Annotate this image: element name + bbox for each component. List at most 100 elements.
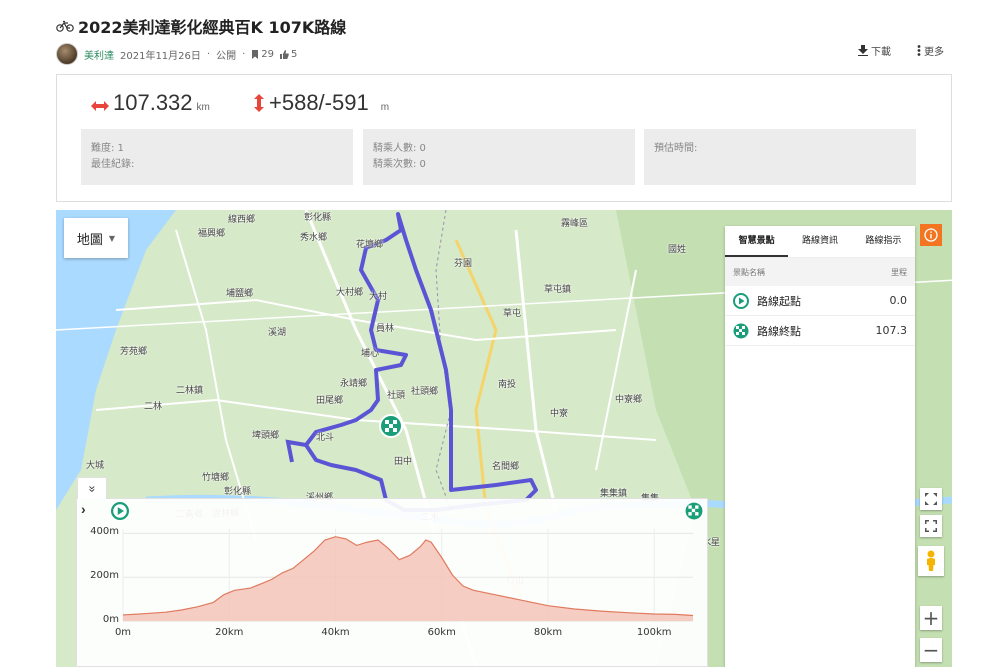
difficulty-box: 難度: 1 最佳紀錄: — [81, 129, 353, 185]
map-label-erlin-zhen: 二林鎮 — [176, 386, 204, 396]
map-label-tianwei: 田尾鄉 — [316, 396, 344, 406]
route-meta: 美利達 2021年11月26日 · 公開 · 29 5 — [56, 43, 297, 65]
riders-box: 騎乘人數: 0 騎乘次數: 0 — [363, 129, 635, 185]
estimated-time-text: 預估時間: — [654, 143, 698, 154]
estimated-time-box: 預估時間: — [644, 129, 916, 185]
elevation-y-tick: 0m — [102, 614, 119, 625]
elevation-stat: +588/-591 m — [253, 90, 389, 116]
map-label-fuxing: 福興鄉 — [198, 229, 226, 239]
more-button[interactable]: 更多 — [917, 43, 944, 58]
poi-distance: 107.3 — [875, 324, 908, 337]
info-icon — [924, 228, 938, 242]
map-label-puxin: 埔心 — [361, 349, 380, 359]
tab-route-directions[interactable]: 路線指示 — [852, 226, 915, 257]
start-icon — [733, 292, 749, 309]
road — [115, 298, 617, 342]
map-label-nantou: 南投 — [498, 380, 517, 390]
download-button[interactable]: 下載 — [858, 43, 891, 58]
map-label-dacun: 大村 — [369, 292, 388, 302]
map-label-xianxi: 線西鄉 — [228, 215, 256, 225]
route-line-branch[interactable] — [285, 439, 307, 463]
distance-stat: 107.332 km — [91, 90, 210, 116]
map-label-shetou: 社頭 — [387, 391, 406, 401]
elevation-x-tick: 80km — [533, 627, 563, 638]
elevation-y-tick: 200m — [90, 570, 119, 582]
info-button[interactable] — [920, 224, 942, 246]
bicycle-icon — [56, 20, 74, 32]
map-label-puyan: 埔鹽鄉 — [226, 289, 254, 299]
map-label-pitou: 埤頭鄉 — [252, 431, 280, 441]
thumbs-up-icon — [280, 49, 289, 59]
pegman-icon — [927, 550, 935, 571]
vertical-elevation-icon — [254, 94, 264, 112]
poi-distance-header: 里程 — [891, 267, 907, 277]
expand-arrows-icon — [925, 493, 937, 505]
tab-smart-poi[interactable]: 智慧景點 — [725, 226, 789, 257]
elevation-x-tick: 100km — [636, 627, 672, 638]
route-map[interactable]: 彰化縣 線西鄉 福興鄉 秀水鄉 花壇鄉 霧峰區 芬園 國姓 埔鹽鄉 大村鄉 大村 草屯鎮 草屯 溪湖 員林芳… — [56, 210, 952, 667]
more-vertical-icon — [917, 45, 921, 56]
elevation-x-tick: 40km — [321, 627, 350, 638]
zoom-in-button[interactable]: + — [920, 606, 942, 630]
zoom-out-button[interactable]: − — [920, 638, 942, 662]
map-label-changhua-a: 彰化縣 — [304, 213, 332, 223]
finish-icon — [733, 323, 749, 338]
poi-name: 路線起點 — [757, 294, 801, 308]
map-label-fangyuan: 芳苑鄉 — [120, 347, 148, 357]
map-label-fenyuan: 芬園 — [454, 259, 473, 269]
map-label-huatan: 花壇鄉 — [356, 240, 384, 250]
saves-count: 29 — [251, 49, 274, 60]
poi-panel: 智慧景點 路線資訊 路線指示 景點名稱 里程 路線起點 0.0 路線終點 107… — [725, 226, 915, 667]
elevation-x-tick: 0m — [114, 627, 132, 638]
map-label-tianzhong: 田中 — [394, 457, 413, 467]
route-actions: 下載 更多 — [858, 43, 944, 58]
route-stats-card: 107.332 km +588/-591 m 難度: 1 最佳紀錄: 騎乘人數:… — [56, 74, 952, 202]
avatar[interactable] — [56, 43, 78, 65]
finish-marker[interactable] — [379, 414, 403, 438]
poi-row-finish[interactable]: 路線終點 107.3 — [725, 316, 915, 346]
download-icon — [858, 45, 868, 56]
separator-dot: · — [242, 48, 246, 60]
map-type-selector[interactable]: 地圖 ▼ — [64, 218, 128, 258]
page-title: 2022美利達彰化經典百K 107K路線 — [78, 18, 347, 37]
elevation-x-tick: 60km — [427, 627, 456, 638]
panel-tabs: 智慧景點 路線資訊 路線指示 — [725, 226, 915, 258]
map-label-caotun-zhen: 草屯鎮 — [544, 285, 572, 295]
fullscreen-button[interactable] — [920, 488, 942, 510]
poi-list-header: 景點名稱 里程 — [725, 258, 915, 286]
tab-route-info[interactable]: 路線資訊 — [788, 226, 851, 257]
route-title-row: 2022美利達彰化經典百K 107K路線 — [56, 14, 346, 38]
map-label-beidou: 北斗 — [316, 433, 335, 443]
fit-bounds-button[interactable] — [920, 515, 942, 537]
highway-road — [514, 229, 558, 511]
map-label-wufeng: 霧峰區 — [561, 219, 589, 229]
separator-dot: · — [206, 48, 211, 60]
riders-text: 騎乘人數: 0 — [373, 143, 426, 154]
map-label-zhongliao-xiang: 中寮鄉 — [615, 395, 643, 405]
map-label-changhua-b: 彰化縣 — [224, 487, 252, 497]
elevation-chart[interactable] — [77, 499, 709, 667]
best-record-text: 最佳紀錄: — [91, 159, 135, 170]
visibility-label: 公開 — [216, 50, 237, 62]
poi-row-start[interactable]: 路線起點 0.0 — [725, 286, 915, 316]
elevation-x-tick: 20km — [215, 627, 244, 638]
map-type-label: 地圖 — [76, 232, 103, 248]
map-label-dacun-xiang: 大村鄉 — [336, 288, 364, 298]
elevation-collapse-button[interactable]: » — [77, 477, 107, 499]
map-label-zhutang: 竹塘鄉 — [202, 473, 230, 483]
caret-down-icon: ▼ — [108, 233, 116, 243]
elevation-y-tick: 400m — [90, 526, 119, 538]
route-date: 2021年11月26日 — [120, 50, 201, 62]
map-label-yuanlin: 員林 — [376, 324, 395, 334]
elevation-profile: » › 400m 200m 0m 0m 20km 40km 60km 80km 100km — [76, 477, 709, 667]
likes-count: 5 — [280, 49, 297, 60]
poi-name: 路線終點 — [757, 324, 801, 338]
bookmark-icon — [252, 49, 259, 59]
chevron-double-down-icon: » — [85, 485, 99, 492]
poi-name-header: 景點名稱 — [733, 267, 765, 277]
street-view-pegman[interactable] — [918, 546, 944, 576]
elevation-area — [123, 536, 693, 621]
poi-distance: 0.0 — [889, 294, 908, 307]
map-label-mingjian: 名間鄉 — [492, 462, 520, 472]
author-link[interactable]: 美利達 — [84, 47, 114, 62]
